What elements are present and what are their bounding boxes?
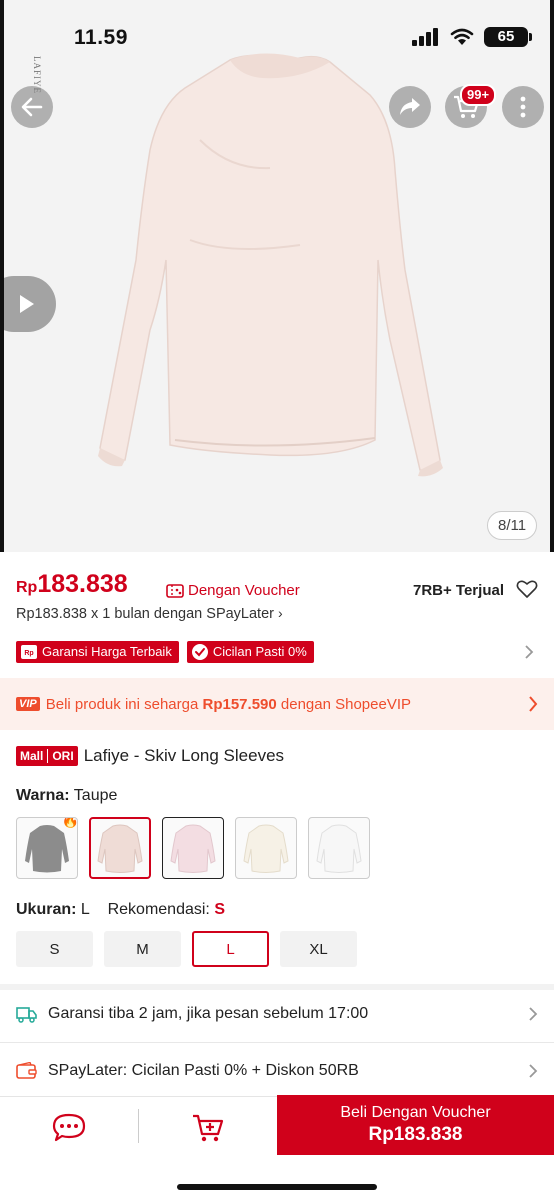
shirt-thumbnail (170, 824, 216, 873)
size-options: S M L XL (16, 931, 357, 967)
share-icon (400, 98, 420, 115)
signal-icon (412, 28, 438, 46)
buy-button-price: Rp183.838 (368, 1124, 463, 1145)
shopee-vip-banner[interactable]: VIP Beli produk ini seharga Rp157.590 de… (0, 678, 554, 730)
product-image-carousel[interactable]: LAFIYE 11.59 65 99+ 8/11 (0, 0, 554, 552)
voucher-label: Dengan Voucher (166, 582, 300, 599)
installment-text: Cicilan Pasti 0% (212, 644, 307, 659)
spaylater-text: Rp183.838 x 1 bulan dengan SPayLater (16, 606, 274, 622)
chevron-right-icon (529, 1007, 538, 1021)
image-counter: 8/11 (487, 511, 538, 540)
battery-icon: 65 (484, 27, 532, 47)
size-option-s[interactable]: S (16, 931, 93, 967)
home-indicator (177, 1184, 377, 1190)
product-image (0, 0, 554, 552)
vip-tag: VIP (16, 697, 40, 711)
product-title: Mall ORI Lafiye - Skiv Long Sleeves (16, 746, 284, 766)
shipping-guarantee-row[interactable]: Garansi tiba 2 jam, jika pesan sebelum 1… (16, 999, 538, 1029)
sold-count: 7RB+ Terjual (412, 582, 504, 599)
chevron-right-icon: › (278, 605, 283, 621)
installment-badge: Cicilan Pasti 0% (186, 641, 314, 663)
color-swatches: 🔥 (16, 817, 370, 879)
size-option-xl[interactable]: XL (280, 931, 357, 967)
status-icons: 65 (412, 27, 532, 47)
chevron-right-icon (529, 696, 538, 712)
chat-button[interactable] (0, 1097, 138, 1159)
color-swatch[interactable] (235, 817, 297, 879)
shirt-thumbnail (97, 824, 143, 873)
color-label: Warna: Taupe (16, 787, 118, 804)
price: Rp183.838 (16, 570, 128, 599)
color-swatch-selected[interactable] (89, 817, 151, 879)
section-divider (0, 984, 554, 990)
color-swatch[interactable]: 🔥 (16, 817, 78, 879)
chevron-right-icon (525, 645, 534, 659)
hot-fire-icon: 🔥 (61, 817, 78, 828)
buy-with-voucher-button[interactable]: Beli Dengan Voucher Rp183.838 (277, 1095, 554, 1155)
add-to-cart-button[interactable] (139, 1097, 277, 1159)
shirt-thumbnail (243, 824, 289, 873)
spaylater-line[interactable]: Rp183.838 x 1 bulan dengan SPayLater › (16, 605, 283, 622)
voucher-text: Dengan Voucher (188, 582, 300, 599)
more-vertical-icon (520, 96, 526, 118)
color-swatch[interactable] (162, 817, 224, 879)
size-option-l[interactable]: L (192, 931, 269, 967)
check-badge-icon (191, 644, 208, 660)
status-bar: 11.59 65 (0, 0, 554, 70)
add-cart-icon (193, 1114, 224, 1142)
shipping-text: Garansi tiba 2 jam, jika pesan sebelum 1… (48, 1005, 369, 1022)
size-label: Ukuran: L Rekomendasi: S (16, 901, 225, 918)
cart-count-badge: 99+ (460, 84, 497, 106)
status-time: 11.59 (74, 26, 128, 49)
buy-button-title: Beli Dengan Voucher (340, 1104, 491, 1121)
divider (0, 1042, 554, 1043)
size-option-m[interactable]: M (104, 931, 181, 967)
mall-ori-tag: Mall ORI (16, 746, 78, 766)
voucher-icon (166, 583, 184, 598)
best-price-badge: Rp Garansi Harga Terbaik (16, 641, 179, 663)
chat-icon (52, 1113, 86, 1142)
wallet-icon (16, 1062, 37, 1079)
chevron-right-icon (529, 1064, 538, 1078)
price-currency: Rp (16, 579, 38, 596)
color-swatch[interactable] (308, 817, 370, 879)
mall-label: Mall (20, 749, 44, 763)
vip-text: Beli produk ini seharga Rp157.590 dengan… (45, 695, 412, 713)
price-amount: 183.838 (37, 570, 128, 598)
ori-label: ORI (52, 749, 74, 763)
bottom-action-bar: Beli Dengan Voucher Rp183.838 (0, 1095, 554, 1160)
wifi-icon (450, 28, 474, 45)
spaylater-promo-text: SPayLater: Cicilan Pasti 0% + Diskon 50R… (48, 1062, 359, 1079)
play-video-button[interactable] (0, 276, 56, 332)
guarantee-badges[interactable]: Rp Garansi Harga Terbaik Cicilan Pasti 0… (16, 640, 538, 664)
play-icon (20, 295, 34, 313)
price-tag-icon: Rp (21, 645, 37, 659)
truck-icon (16, 1007, 37, 1023)
best-price-text: Garansi Harga Terbaik (42, 644, 172, 659)
shirt-thumbnail (25, 825, 69, 873)
shirt-thumbnail (316, 824, 362, 873)
arrow-left-icon (21, 97, 43, 117)
heart-icon[interactable] (516, 579, 538, 599)
svg-text:Rp: Rp (24, 650, 33, 657)
price-row: Rp183.838 Dengan Voucher 7RB+ Terjual (16, 570, 538, 604)
spaylater-promo-row[interactable]: SPayLater: Cicilan Pasti 0% + Diskon 50R… (16, 1056, 538, 1086)
share-button[interactable] (389, 86, 431, 128)
more-button[interactable] (502, 86, 544, 128)
back-button[interactable] (11, 86, 53, 128)
product-name: Lafiye - Skiv Long Sleeves (83, 746, 285, 765)
